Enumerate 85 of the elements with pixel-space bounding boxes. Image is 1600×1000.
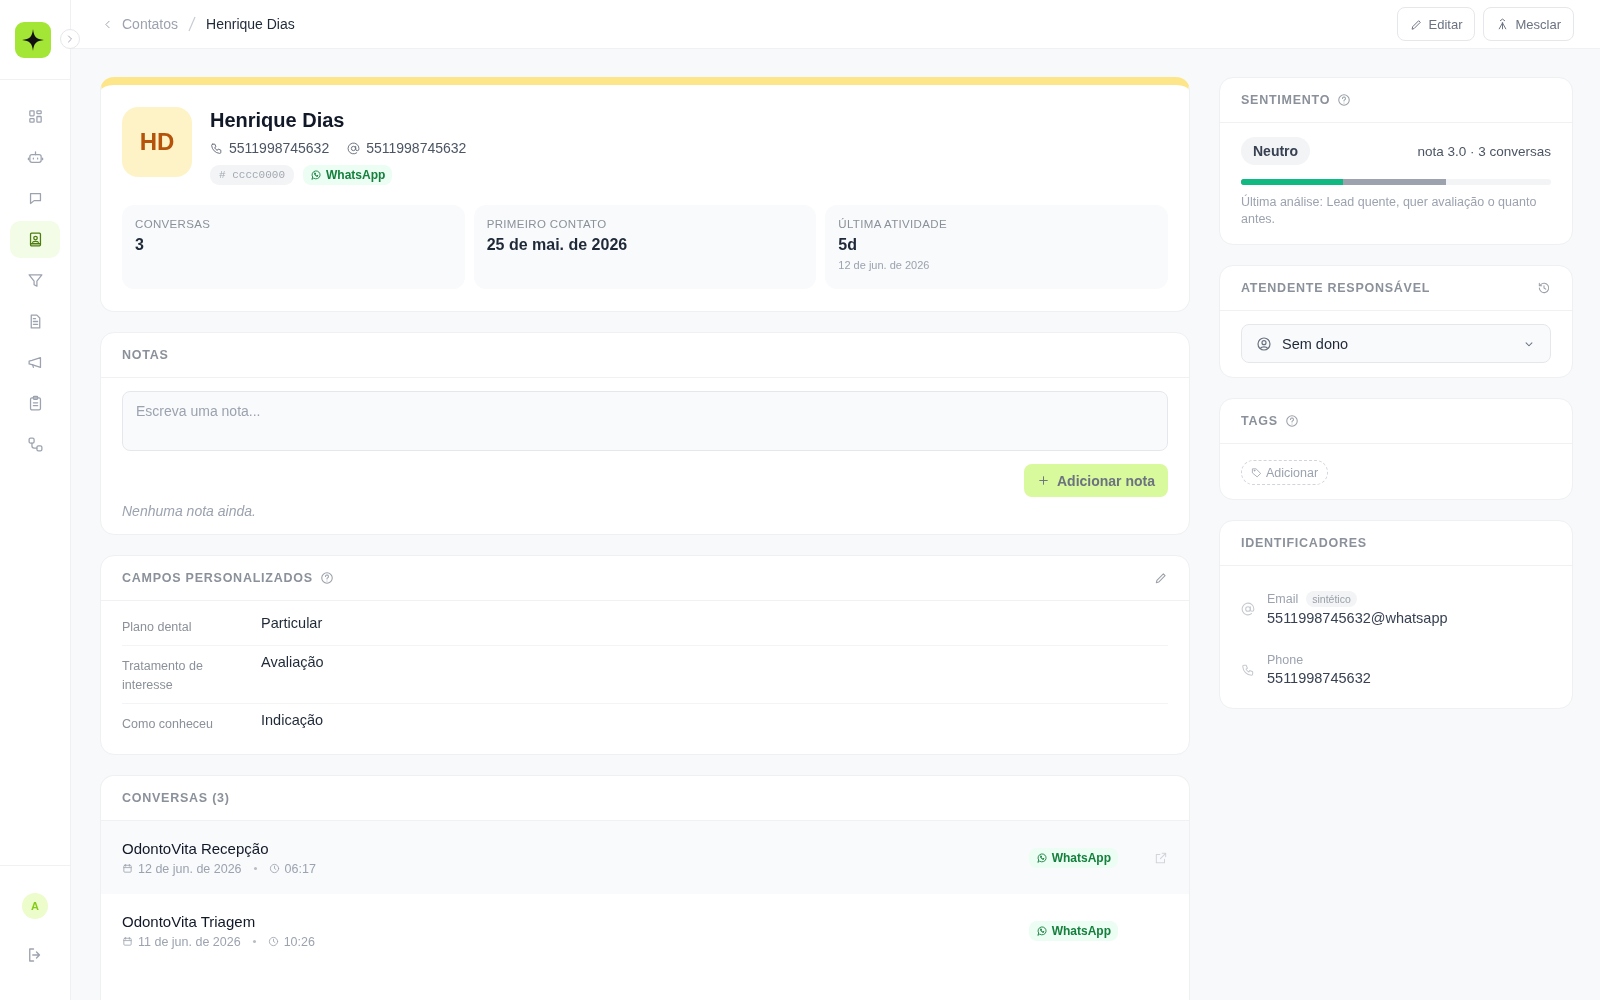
stat-date: 12 de jun. de 2026 — [838, 259, 931, 271]
whatsapp-icon — [1035, 924, 1048, 937]
phone-icon — [1241, 662, 1255, 677]
section-title: ATENDENTE RESPONSÁVEL — [1241, 281, 1431, 295]
calendar-icon — [122, 936, 133, 947]
section-title: NOTAS — [122, 348, 169, 362]
identifier-value: 5511998745632@whatsapp — [1267, 610, 1448, 626]
stat-label: PRIMEIRO CONTATO — [486, 218, 608, 230]
dashboard-icon — [26, 108, 44, 125]
conversation-date: 12 de jun. de 2026 — [138, 861, 242, 876]
phone-number: 5511998745632 — [229, 140, 330, 156]
user-circle-icon — [1256, 335, 1272, 352]
analysis-text: Última análise: Lead quente, quer avaliação o quanto antes. — [1241, 194, 1538, 228]
edit-button[interactable]: Editar — [1396, 7, 1476, 41]
conversation-title: OdontoVita Triagem — [122, 912, 257, 930]
back-link[interactable]: Contatos — [101, 16, 179, 32]
breadcrumb-current: Henrique Dias — [206, 16, 295, 32]
edit-fields-button[interactable] — [1154, 571, 1168, 585]
conversation-row[interactable]: OdontoVita Triagem 11 de jun. de 2026 10:26 WhatsApp — [101, 894, 1189, 967]
clock-icon — [267, 936, 279, 947]
conversation-time: 06:17 — [284, 861, 316, 876]
help-icon — [1337, 93, 1352, 107]
field-value: Avaliação — [261, 654, 324, 672]
whatsapp-icon — [1035, 851, 1048, 864]
stat-value: 25 de mai. de 2026 — [486, 236, 629, 254]
stat-label: ÚLTIMA ATIVIDADE — [838, 218, 948, 230]
stat-value: 5d — [838, 236, 858, 254]
field-value: Particular — [261, 615, 323, 633]
sentiment-summary: nota 3.0 · 3 conversas — [1417, 143, 1551, 159]
channel-tag: WhatsApp — [1028, 847, 1118, 868]
expand-button[interactable] — [60, 29, 80, 49]
contact-name: Henrique Dias — [210, 109, 346, 132]
plus-icon — [1037, 474, 1050, 487]
field-value: Indicação — [261, 712, 324, 730]
empty-notes-text: Nenhuma nota ainda. — [122, 503, 257, 519]
field-label: Tratamento de interesse — [122, 658, 204, 694]
nav-button[interactable] — [10, 221, 60, 258]
add-note-button[interactable]: Adicionar nota — [1024, 464, 1168, 497]
history-icon — [1537, 281, 1551, 295]
note-input[interactable]: Escreva uma nota... — [122, 391, 1168, 451]
identifier-label: Email — [1267, 592, 1299, 606]
owner-select[interactable]: Sem dono — [1241, 324, 1551, 363]
whatsapp-icon — [310, 169, 322, 181]
pencil-icon — [1409, 17, 1423, 31]
tag-icon — [1251, 467, 1262, 478]
at-sign-icon — [1241, 601, 1255, 616]
contact-avatar: HD — [122, 107, 192, 177]
flow-icon — [26, 436, 44, 453]
channel-tag: WhatsApp — [1028, 920, 1118, 941]
field-label: Plano dental — [122, 619, 193, 636]
add-tag-button[interactable]: Adicionar — [1241, 460, 1329, 485]
section-title: CONVERSAS (3) — [122, 791, 230, 805]
app-logo[interactable] — [15, 21, 51, 58]
history-button[interactable] — [1537, 281, 1551, 295]
at-sign-icon — [347, 141, 361, 155]
stat-label: CONVERSAS — [135, 218, 212, 230]
filter-icon — [26, 272, 44, 289]
contact-handle: 5511998745632 — [366, 140, 467, 156]
identifier-label: Phone — [1267, 653, 1304, 667]
channel-tag: WhatsApp — [303, 165, 393, 185]
help-icon — [319, 571, 334, 585]
section-title: IDENTIFICADORES — [1241, 536, 1367, 550]
conversation-time: 10:26 — [283, 934, 315, 949]
megaphone-icon — [26, 354, 44, 371]
external-link-icon — [1154, 850, 1168, 865]
section-title: SENTIMENTO — [1241, 93, 1331, 107]
conversation-date: 11 de jun. de 2026 — [138, 934, 241, 949]
field-label: Como conheceu — [122, 716, 215, 733]
calendar-icon — [122, 863, 133, 874]
stat-value: 3 — [135, 236, 145, 254]
help-icon — [1284, 414, 1299, 428]
breadcrumb-separator — [188, 16, 197, 32]
robot-icon — [26, 149, 44, 166]
section-title: TAGS — [1241, 414, 1278, 428]
merge-button[interactable]: Mesclar — [1483, 7, 1574, 41]
conversation-row[interactable]: OdontoVita Recepção 12 de jun. de 2026 06:17 WhatsApp — [101, 821, 1189, 894]
code-tag: # cccc0000 — [210, 165, 294, 185]
phone-icon — [210, 141, 223, 155]
synthetic-badge: sintético — [1306, 591, 1357, 607]
identifier-value: 5511998745632 — [1267, 670, 1371, 686]
conversation-title: OdontoVita Recepção — [122, 839, 270, 857]
pencil-icon — [1154, 571, 1168, 585]
section-title: CAMPOS PERSONALIZADOS — [122, 571, 313, 585]
clock-icon — [268, 863, 280, 874]
sentiment-badge: Neutro — [1241, 137, 1311, 165]
